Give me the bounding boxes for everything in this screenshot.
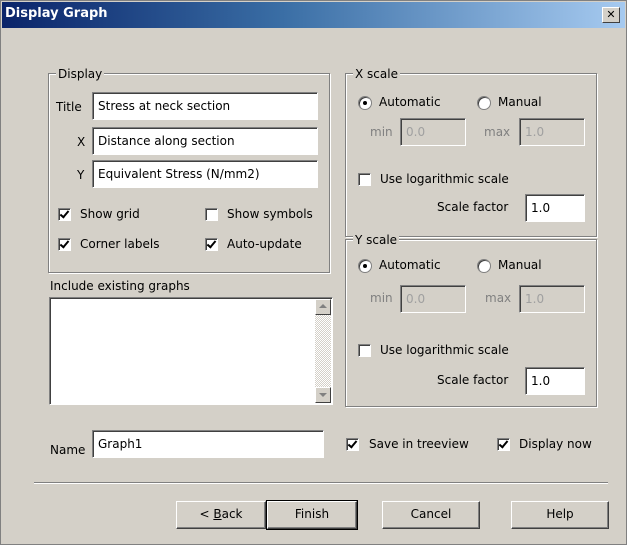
close-button[interactable]: ✕ — [602, 7, 620, 23]
scroll-up-icon — [319, 304, 327, 308]
auto-update-checkbox[interactable] — [205, 238, 218, 251]
y-min-label: min — [370, 291, 393, 305]
back-button-prefix: < — [199, 507, 214, 521]
scroll-down-icon — [319, 393, 327, 397]
y-scale-factor-label: Scale factor — [437, 373, 509, 387]
title-label: Title — [56, 100, 82, 114]
y-scale-factor-input[interactable]: 1.0 — [525, 367, 585, 395]
show-symbols-checkbox[interactable] — [205, 208, 218, 221]
x-min-input[interactable]: 0.0 — [400, 118, 466, 146]
back-button-rest: ack — [221, 507, 243, 521]
x-scale-factor-input[interactable]: 1.0 — [525, 194, 585, 222]
close-icon: ✕ — [606, 8, 616, 21]
title-input[interactable]: Stress at neck section — [92, 92, 318, 120]
corner-labels-label[interactable]: Corner labels — [80, 237, 159, 252]
x-scale-group-label: X scale — [353, 67, 400, 81]
y-log-label[interactable]: Use logarithmic scale — [380, 343, 509, 358]
y-automatic-label[interactable]: Automatic — [379, 258, 441, 273]
y-max-input[interactable]: 1.0 — [519, 285, 585, 313]
show-grid-checkbox[interactable] — [58, 208, 71, 221]
y-manual-label[interactable]: Manual — [498, 258, 542, 273]
y-log-checkbox[interactable] — [358, 344, 371, 357]
show-symbols-label[interactable]: Show symbols — [227, 207, 313, 222]
x-max-label: max — [484, 125, 511, 139]
show-grid-label[interactable]: Show grid — [80, 207, 140, 222]
y-automatic-radio[interactable] — [358, 259, 372, 273]
x-min-label: min — [370, 125, 393, 139]
display-now-label[interactable]: Display now — [519, 437, 592, 452]
x-automatic-radio[interactable] — [358, 96, 372, 110]
display-group-label: Display — [56, 67, 105, 81]
x-label: X — [77, 135, 86, 149]
y-label: Y — [77, 168, 85, 182]
cancel-button[interactable]: Cancel — [382, 501, 480, 529]
x-manual-radio[interactable] — [477, 96, 491, 110]
dialog-title: Display Graph — [5, 6, 108, 21]
corner-labels-checkbox[interactable] — [58, 238, 71, 251]
include-graphs-listbox[interactable] — [49, 297, 333, 405]
save-in-treeview-checkbox[interactable] — [346, 438, 359, 451]
x-log-label[interactable]: Use logarithmic scale — [380, 172, 509, 187]
back-button-mnemonic: B — [213, 507, 222, 521]
y-axis-input[interactable]: Equivalent Stress (N/mm2) — [92, 160, 318, 188]
name-label: Name — [50, 443, 86, 457]
x-axis-input[interactable]: Distance along section — [92, 127, 318, 155]
title-bar[interactable]: Display Graph ✕ — [2, 2, 625, 28]
x-scale-factor-label: Scale factor — [437, 200, 509, 214]
scroll-down-button[interactable] — [315, 387, 331, 403]
scroll-up-button[interactable] — [315, 299, 331, 315]
y-scale-group-label: Y scale — [353, 233, 400, 247]
back-button[interactable]: < Back — [176, 501, 266, 529]
listbox-scrollbar[interactable] — [315, 299, 331, 403]
x-manual-label[interactable]: Manual — [498, 95, 542, 110]
include-graphs-label: Include existing graphs — [50, 279, 190, 293]
x-automatic-label[interactable]: Automatic — [379, 95, 441, 110]
y-max-label: max — [485, 291, 512, 305]
graph-name-input[interactable]: Graph1 — [92, 430, 324, 458]
save-in-treeview-label[interactable]: Save in treeview — [369, 437, 469, 452]
display-graph-dialog: Display Graph ✕ Display Title Stress at … — [0, 0, 627, 545]
auto-update-label[interactable]: Auto-update — [227, 237, 302, 252]
button-separator — [34, 482, 608, 484]
display-now-checkbox[interactable] — [497, 438, 510, 451]
y-min-input[interactable]: 0.0 — [400, 285, 466, 313]
x-max-input[interactable]: 1.0 — [519, 118, 585, 146]
finish-button[interactable]: Finish — [266, 500, 358, 530]
y-manual-radio[interactable] — [477, 259, 491, 273]
help-button[interactable]: Help — [511, 501, 609, 529]
x-log-checkbox[interactable] — [358, 173, 371, 186]
